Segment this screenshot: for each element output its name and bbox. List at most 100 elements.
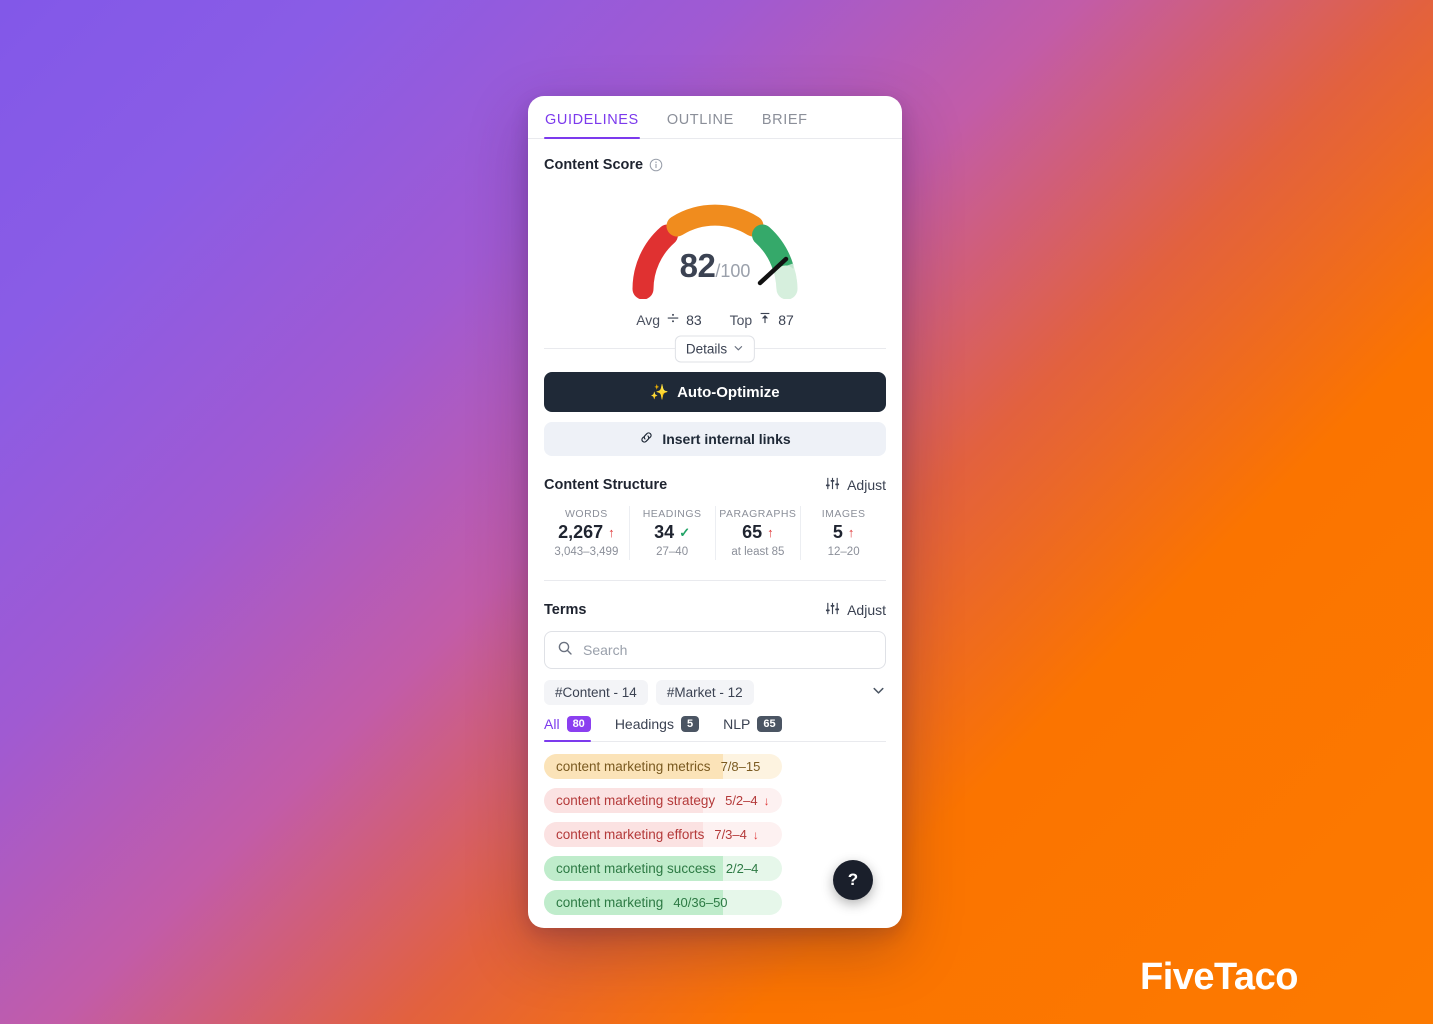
info-circle-icon[interactable] (649, 158, 663, 172)
term-count-value: 5/2–4 (725, 793, 758, 808)
arrow-down-icon: ↓ (752, 827, 759, 842)
arrow-down-icon: ↓ (763, 793, 770, 808)
avg-stat: Avg 83 (636, 311, 701, 328)
metric-value: 34 (654, 522, 675, 542)
tab-brief[interactable]: BRIEF (761, 112, 809, 138)
average-icon (666, 311, 680, 328)
metric-paragraphs: PARAGRAPHS 65 ↑ at least 85 (716, 506, 802, 560)
term-count: 40/36–50 (673, 895, 727, 910)
chip-market[interactable]: #Market - 12 (655, 680, 754, 705)
score-value-row: 82/100 (544, 247, 886, 285)
term-label: content marketing (556, 895, 664, 910)
metric-label: PARAGRAPHS (719, 508, 797, 520)
content-structure-header: Content Structure Adjust (544, 476, 886, 494)
adjust-terms-button[interactable]: Adjust (825, 601, 886, 619)
list-item[interactable]: content marketing metrics 7/8–15 (544, 754, 782, 779)
adjust-terms-label: Adjust (847, 602, 886, 618)
terms-title: Terms (544, 602, 587, 618)
content-score-header: Content Score (544, 139, 886, 173)
details-button-label: Details (685, 341, 728, 356)
subtab-all[interactable]: All 80 (544, 716, 591, 742)
chevron-down-icon[interactable] (871, 683, 886, 703)
metric-value: 65 (742, 522, 763, 542)
sparkles-icon: ✨ (650, 384, 670, 401)
score-value: 82 (679, 247, 716, 284)
metric-label: WORDS (565, 508, 608, 520)
page-title: Content Score (544, 157, 644, 173)
link-icon (639, 430, 654, 448)
subtab-label: NLP (723, 716, 751, 732)
list-item[interactable]: content marketing strategy 5/2–4 ↓ (544, 788, 782, 813)
insert-internal-links-label: Insert internal links (662, 431, 791, 447)
subtab-nlp[interactable]: NLP 65 (723, 716, 782, 741)
metric-value-row: 65 ↑ (718, 522, 799, 543)
content-structure-metrics: WORDS 2,267 ↑ 3,043–3,499 HEADINGS 34 ✓ … (544, 506, 886, 560)
panel-tabs: GUIDELINES OUTLINE BRIEF (528, 96, 902, 139)
term-label: content marketing success (556, 861, 716, 876)
auto-optimize-label: Auto-Optimize (677, 383, 780, 401)
top-stat: Top 87 (730, 311, 794, 328)
chip-content[interactable]: #Content - 14 (544, 680, 648, 705)
question-mark-icon: ? (847, 870, 859, 889)
guidelines-panel: GUIDELINES OUTLINE BRIEF Content Score 8… (528, 96, 902, 928)
arrow-up-icon: ↑ (608, 525, 615, 540)
metric-value: 5 (832, 522, 843, 542)
terms-list: content marketing metrics 7/8–15 content… (544, 754, 886, 915)
check-icon: ✓ (679, 524, 691, 540)
arrow-up-to-line-icon (758, 311, 772, 328)
term-count-value: 2/2–4 (725, 861, 759, 876)
term-label: content marketing metrics (556, 759, 711, 774)
metric-range: 27–40 (656, 546, 689, 558)
status-badge: 5 (680, 716, 700, 732)
term-count-value: 40/36–50 (673, 895, 728, 910)
metric-label: HEADINGS (642, 508, 702, 520)
chevron-down-icon (733, 341, 744, 356)
subtab-headings[interactable]: Headings 5 (614, 716, 700, 741)
tab-outline[interactable]: OUTLINE (666, 112, 735, 138)
term-count-value: 7/8–15 (720, 759, 761, 774)
content-structure-title: Content Structure (544, 477, 668, 493)
term-count: 7/8–15 (721, 759, 761, 774)
terms-header: Terms Adjust (544, 601, 886, 619)
sliders-icon (825, 476, 840, 494)
terms-search[interactable] (544, 631, 886, 669)
metric-value-row: 2,267 ↑ (546, 522, 627, 543)
terms-subtabs: All 80 Headings 5 NLP 65 (544, 716, 886, 742)
term-count: 7/3–4 ↓ (714, 827, 759, 842)
help-button[interactable]: ? (833, 860, 873, 900)
metric-value-row: 34 ✓ (632, 522, 713, 543)
avg-label: Avg (636, 311, 661, 328)
top-label: Top (729, 311, 753, 328)
avg-value: 83 (686, 311, 702, 328)
term-count: 2/2–4 (726, 861, 759, 876)
metric-words: WORDS 2,267 ↑ 3,043–3,499 (544, 506, 630, 560)
term-count-value: 7/3–4 (714, 827, 747, 842)
adjust-structure-button[interactable]: Adjust (825, 476, 886, 494)
metric-range: at least 85 (731, 546, 785, 558)
status-badge: 80 (566, 716, 591, 732)
insert-internal-links-button[interactable]: Insert internal links (544, 422, 886, 456)
auto-optimize-button[interactable]: ✨ Auto-Optimize (544, 372, 886, 412)
list-item[interactable]: content marketing success 2/2–4 (544, 856, 782, 881)
fivetaco-logo: FiveTaco (1140, 956, 1298, 998)
terms-filter-chips: #Content - 14 #Market - 12 (544, 680, 886, 705)
term-count: 5/2–4 ↓ (725, 793, 770, 808)
sliders-icon (825, 601, 840, 619)
content-score-gauge: 82/100 (544, 181, 886, 303)
metric-images: IMAGES 5 ↑ 12–20 (801, 506, 886, 560)
metric-value: 2,267 (558, 522, 604, 542)
search-input[interactable] (583, 642, 873, 658)
list-item[interactable]: content marketing 40/36–50 (544, 890, 782, 915)
adjust-structure-label: Adjust (847, 477, 886, 493)
list-item[interactable]: content marketing efforts 7/3–4 ↓ (544, 822, 782, 847)
subtab-label: Headings (614, 716, 674, 732)
search-icon (557, 640, 573, 661)
section-divider (544, 580, 886, 581)
content-score-title-row: Content Score (544, 157, 886, 173)
top-value: 87 (778, 311, 794, 328)
details-button[interactable]: Details (674, 335, 756, 362)
score-comparison-stats: Avg 83 Top 87 (544, 311, 886, 328)
metric-headings: HEADINGS 34 ✓ 27–40 (630, 506, 716, 560)
tab-guidelines[interactable]: GUIDELINES (544, 112, 640, 139)
metric-range: 3,043–3,499 (554, 546, 619, 558)
